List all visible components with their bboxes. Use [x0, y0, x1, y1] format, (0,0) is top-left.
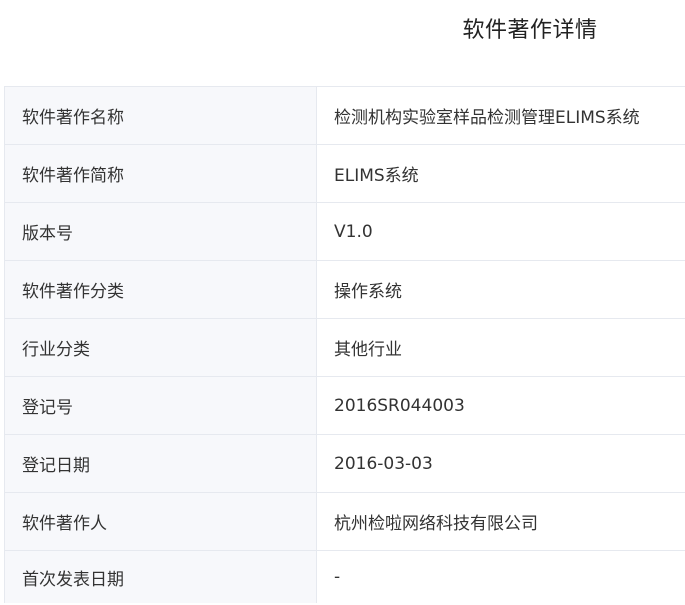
table-row: 软件著作名称 检测机构实验室样品检测管理ELIMS系统	[5, 87, 685, 145]
row-value: 杭州检啦网络科技有限公司	[334, 514, 538, 534]
row-value: 2016-03-03	[334, 453, 433, 474]
row-value: 2016SR044003	[334, 395, 465, 416]
details-table: 软件著作名称 检测机构实验室样品检测管理ELIMS系统 软件著作简称 ELIMS…	[4, 86, 685, 603]
table-row: 登记日期 2016-03-03	[5, 435, 685, 493]
table-row: 版本号 V1.0	[5, 203, 685, 261]
row-value: 操作系统	[334, 282, 402, 302]
row-label: 版本号	[5, 203, 317, 260]
row-label: 软件著作简称	[5, 145, 317, 202]
table-row: 首次发表日期 -	[5, 551, 685, 603]
row-value: ELIMS系统	[334, 166, 419, 186]
table-row: 软件著作人 杭州检啦网络科技有限公司	[5, 493, 685, 551]
table-row: 登记号 2016SR044003	[5, 377, 685, 435]
row-value: -	[334, 567, 341, 587]
row-value: 其他行业	[334, 340, 402, 360]
table-row: 软件著作分类 操作系统	[5, 261, 685, 319]
page-title: 软件著作详情	[462, 18, 598, 43]
row-value: 检测机构实验室样品检测管理ELIMS系统	[334, 108, 640, 128]
table-row: 行业分类 其他行业	[5, 319, 685, 377]
row-label: 首次发表日期	[5, 551, 317, 603]
row-label: 软件著作分类	[5, 261, 317, 318]
row-value: V1.0	[334, 221, 373, 242]
row-label: 行业分类	[5, 319, 317, 376]
row-label: 软件著作名称	[5, 87, 317, 144]
row-label: 登记号	[5, 377, 317, 434]
row-label: 软件著作人	[5, 493, 317, 550]
row-label: 登记日期	[5, 435, 317, 492]
table-row: 软件著作简称 ELIMS系统	[5, 145, 685, 203]
